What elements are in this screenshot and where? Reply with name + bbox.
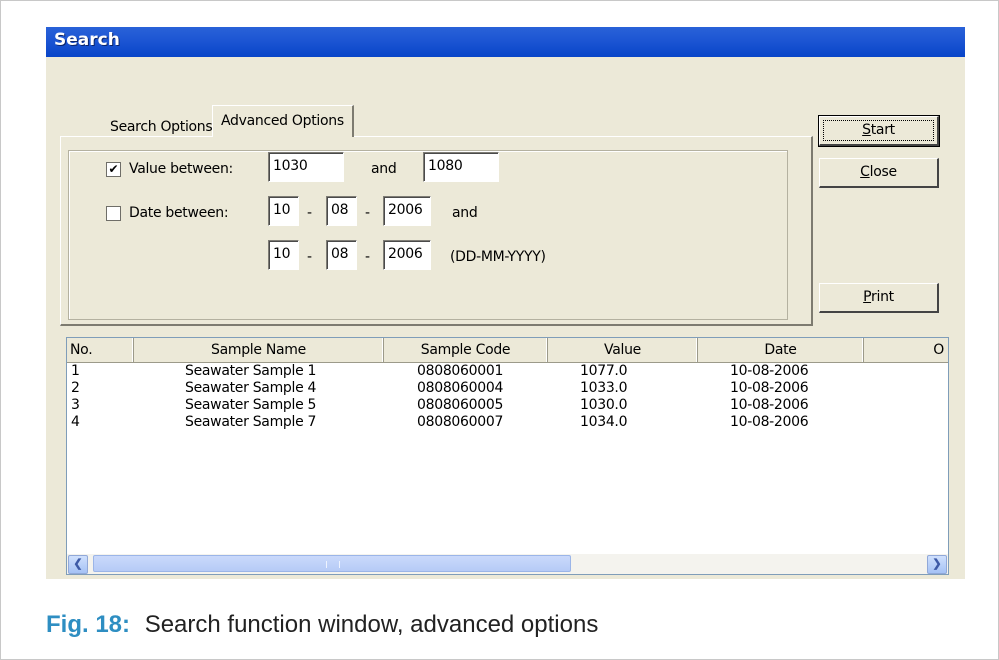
grip-icon bbox=[326, 561, 340, 568]
date-to-day-input[interactable]: 10 bbox=[268, 240, 299, 270]
date-separator: - bbox=[307, 249, 312, 265]
search-dialog: Search Search Options Advanced Options ✔… bbox=[46, 27, 965, 579]
start-button[interactable]: Start bbox=[818, 115, 940, 147]
table-cell: Seawater Sample 7 bbox=[185, 414, 317, 430]
print-mnemonic: P bbox=[863, 289, 872, 305]
value-max-input[interactable]: 1080 bbox=[423, 152, 499, 182]
table-cell: 0808060001 bbox=[417, 363, 504, 379]
table-cell: 10-08-2006 bbox=[730, 397, 809, 413]
table-cell: 10-08-2006 bbox=[730, 363, 809, 379]
table-cell: Seawater Sample 5 bbox=[185, 397, 317, 413]
window-title: Search bbox=[54, 30, 120, 50]
date-from-month-input[interactable]: 08 bbox=[326, 196, 357, 226]
column-header-value[interactable]: Value bbox=[548, 338, 698, 362]
value-and-label: and bbox=[371, 161, 397, 177]
date-separator: - bbox=[307, 205, 312, 221]
table-cell: 4 bbox=[71, 414, 80, 430]
start-mnemonic: S bbox=[862, 122, 871, 138]
date-from-day-input[interactable]: 10 bbox=[268, 196, 299, 226]
date-from-year-input[interactable]: 2006 bbox=[383, 196, 431, 226]
value-between-label: Value between: bbox=[129, 161, 233, 177]
print-label-rest: rint bbox=[871, 289, 894, 305]
column-header-sample-code[interactable]: Sample Code bbox=[384, 338, 548, 362]
date-filter-checkbox[interactable] bbox=[106, 206, 121, 221]
date-to-month-input[interactable]: 08 bbox=[326, 240, 357, 270]
table-cell: 1030.0 bbox=[580, 397, 628, 413]
column-header-date[interactable]: Date bbox=[698, 338, 864, 362]
results-rows: 1 Seawater Sample 1 0808060001 1077.0 10-08-… bbox=[67, 363, 948, 431]
scrollbar-thumb[interactable] bbox=[93, 555, 571, 572]
table-cell: 1034.0 bbox=[580, 414, 628, 430]
table-cell: 0808060004 bbox=[417, 380, 504, 396]
column-header-no[interactable]: No. bbox=[67, 338, 134, 362]
table-row[interactable]: 3 Seawater Sample 5 0808060005 1030.0 10-08-… bbox=[67, 397, 948, 414]
start-label-rest: tart bbox=[870, 122, 895, 138]
close-button[interactable]: Close bbox=[819, 158, 939, 188]
column-header-sample-name[interactable]: Sample Name bbox=[134, 338, 384, 362]
table-cell: 10-08-2006 bbox=[730, 380, 809, 396]
horizontal-scrollbar[interactable]: ❮ ❯ bbox=[67, 554, 948, 574]
title-bar: Search bbox=[46, 27, 965, 57]
date-to-year-input[interactable]: 2006 bbox=[383, 240, 431, 270]
results-header: No. Sample Name Sample Code Value Date O bbox=[67, 338, 948, 363]
value-min-input[interactable]: 1030 bbox=[268, 152, 344, 182]
tab-advanced-options[interactable]: Advanced Options bbox=[212, 105, 354, 137]
table-row[interactable]: 2 Seawater Sample 4 0808060004 1033.0 10-08-… bbox=[67, 380, 948, 397]
caption-text: Search function window, advanced options bbox=[144, 611, 599, 638]
table-cell: 1077.0 bbox=[580, 363, 628, 379]
date-and-label: and bbox=[452, 205, 478, 221]
print-button[interactable]: Print bbox=[819, 283, 939, 313]
table-cell: 0808060005 bbox=[417, 397, 504, 413]
arrow-right-icon[interactable]: ❯ bbox=[927, 555, 947, 574]
results-list[interactable]: No. Sample Name Sample Code Value Date O… bbox=[66, 337, 949, 575]
arrow-left-icon[interactable]: ❮ bbox=[68, 555, 88, 574]
caption-label: Fig. 18: bbox=[46, 611, 131, 638]
date-separator: - bbox=[365, 249, 370, 265]
table-cell: Seawater Sample 1 bbox=[185, 363, 317, 379]
figure-caption: Fig. 18: Search function window, advance… bbox=[46, 611, 598, 639]
value-filter-checkbox[interactable]: ✔ bbox=[106, 162, 121, 177]
table-cell: 0808060007 bbox=[417, 414, 504, 430]
close-label-rest: lose bbox=[869, 164, 897, 180]
table-row[interactable]: 1 Seawater Sample 1 0808060001 1077.0 10-08-… bbox=[67, 363, 948, 380]
close-mnemonic: C bbox=[860, 164, 870, 180]
table-cell: 1 bbox=[71, 363, 80, 379]
table-cell: 10-08-2006 bbox=[730, 414, 809, 430]
table-cell: 2 bbox=[71, 380, 80, 396]
table-row[interactable]: 4 Seawater Sample 7 0808060007 1034.0 10-08-… bbox=[67, 414, 948, 431]
column-header-extra[interactable]: O bbox=[864, 338, 948, 362]
date-format-hint: (DD-MM-YYYY) bbox=[450, 249, 546, 265]
table-cell: Seawater Sample 4 bbox=[185, 380, 317, 396]
table-cell: 1033.0 bbox=[580, 380, 628, 396]
date-between-label: Date between: bbox=[129, 205, 229, 221]
date-separator: - bbox=[365, 205, 370, 221]
table-cell: 3 bbox=[71, 397, 80, 413]
